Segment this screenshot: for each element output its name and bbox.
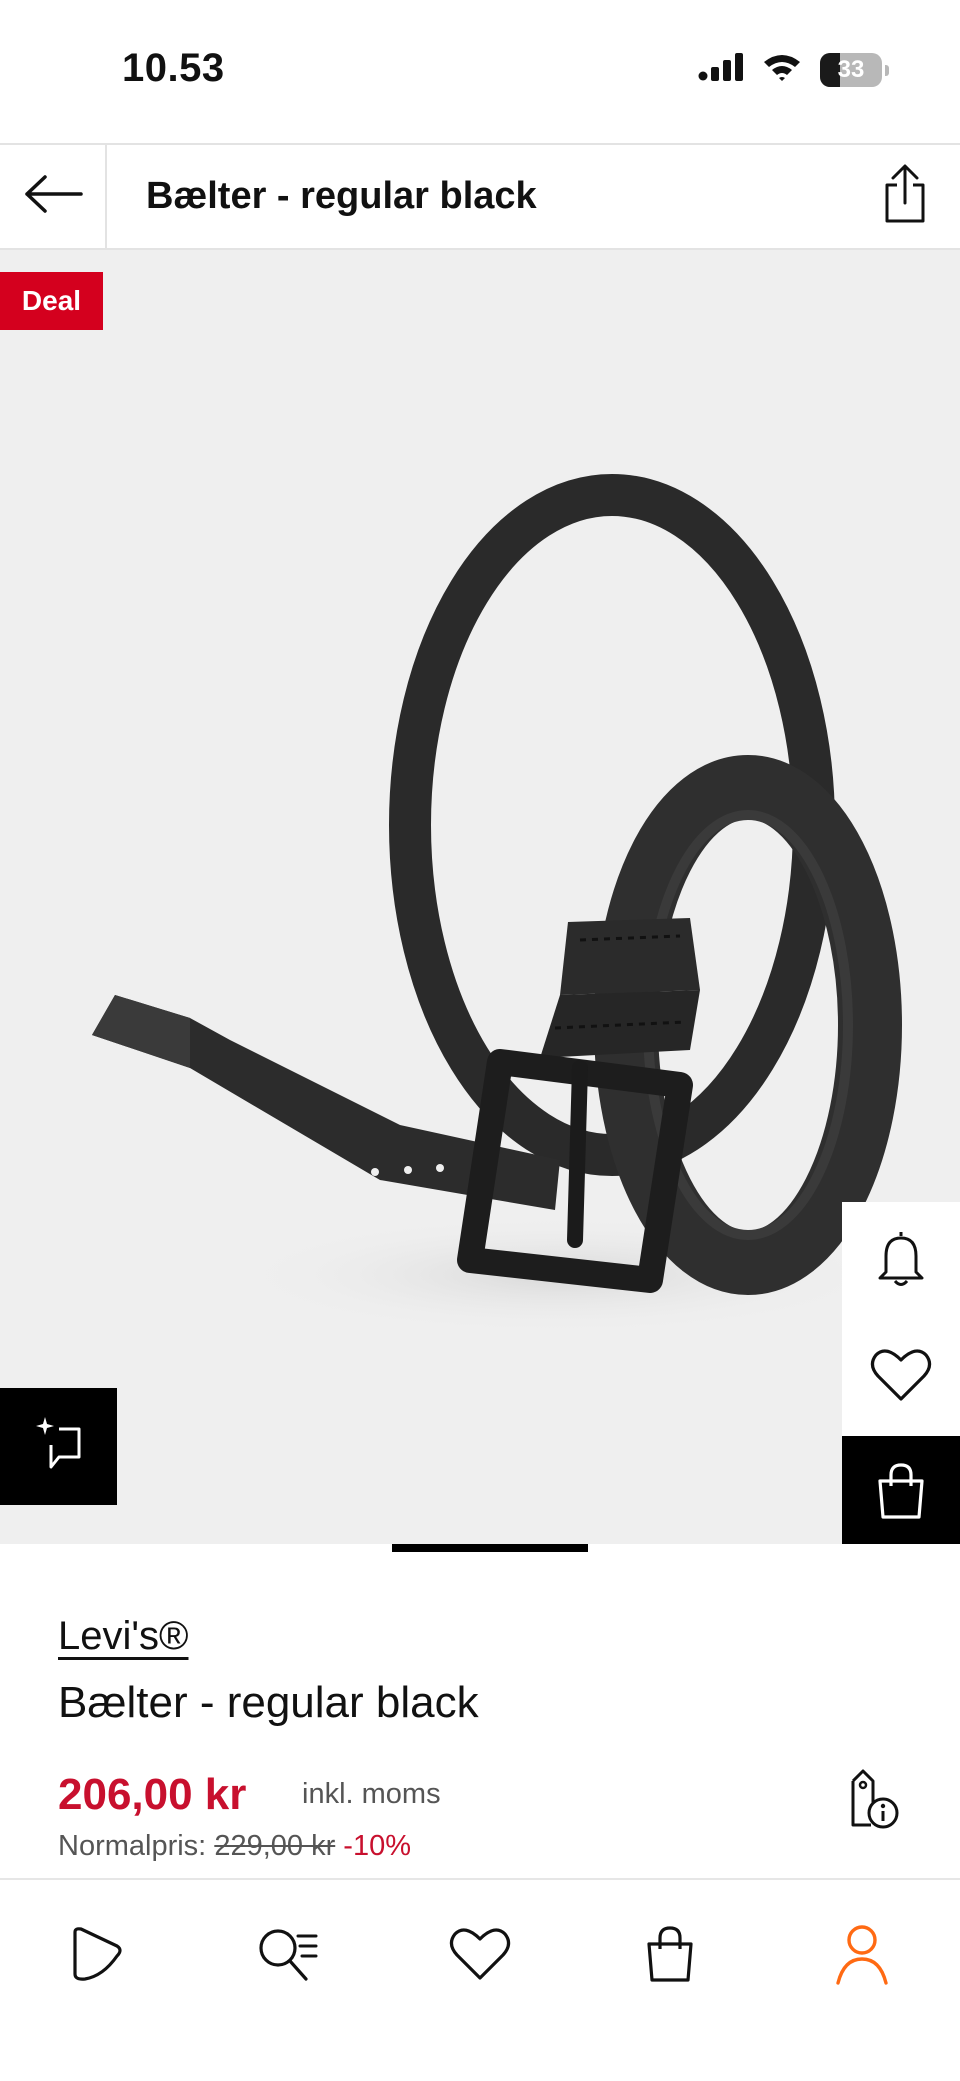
ai-assistant-button[interactable] <box>0 1388 117 1505</box>
black-leather-belt-image <box>92 474 902 1335</box>
page-title: Bælter - regular black <box>146 175 537 217</box>
product-name: Bælter - regular black <box>58 1678 479 1727</box>
add-to-bag-button[interactable] <box>842 1436 960 1551</box>
nav-home[interactable] <box>56 1916 136 1996</box>
product-image-gallery[interactable]: Deal <box>0 250 960 1552</box>
battery-level: 33 <box>837 55 865 83</box>
status-icons: 33 <box>698 52 889 87</box>
status-bar: 10.53 33 <box>0 0 960 143</box>
price-tag-info-icon <box>841 1767 901 1836</box>
back-button[interactable] <box>0 145 107 248</box>
deal-badge: Deal <box>0 272 103 330</box>
account-icon <box>834 1923 890 1990</box>
nav-account[interactable] <box>822 1916 902 1996</box>
nav-search[interactable] <box>248 1916 328 1996</box>
brand-link[interactable]: Levi's® <box>58 1614 189 1659</box>
wishlist-button[interactable] <box>842 1319 960 1436</box>
sale-price: 206,00 kr <box>58 1770 247 1819</box>
notify-button[interactable] <box>842 1202 960 1319</box>
normal-price-row: Normalpris: 229,00 kr -10% <box>58 1830 411 1863</box>
home-icon <box>67 1926 125 1987</box>
battery-icon: 33 <box>820 52 889 87</box>
nav-wishlist[interactable] <box>440 1916 520 1996</box>
normal-price-label: Normalpris: <box>58 1830 207 1862</box>
bottom-navigation <box>0 1878 960 2081</box>
shopping-bag-icon <box>875 1461 927 1526</box>
share-icon <box>881 163 929 230</box>
product-info: Levi's® Bælter - regular black 206,00 kr… <box>0 1552 960 1878</box>
bell-icon <box>876 1228 926 1293</box>
discount-percent: -10% <box>343 1830 411 1862</box>
share-button[interactable] <box>872 163 938 229</box>
image-progress-indicator <box>392 1544 588 1552</box>
bag-icon <box>644 1924 696 1989</box>
signal-icon <box>698 52 744 87</box>
price-info-button[interactable] <box>836 1766 906 1836</box>
arrow-left-icon <box>23 174 83 219</box>
wishlist-icon <box>449 1926 511 1987</box>
normal-price: 229,00 kr <box>214 1830 336 1862</box>
sparkle-chat-icon <box>31 1415 87 1478</box>
top-bar: Bælter - regular black <box>0 143 960 250</box>
heart-icon <box>870 1347 932 1408</box>
wifi-icon <box>762 52 802 87</box>
status-time: 10.53 <box>122 46 225 90</box>
search-icon <box>256 1924 320 1989</box>
nav-bag[interactable] <box>630 1916 710 1996</box>
price-note: inkl. moms <box>302 1778 441 1810</box>
side-actions <box>842 1202 960 1551</box>
